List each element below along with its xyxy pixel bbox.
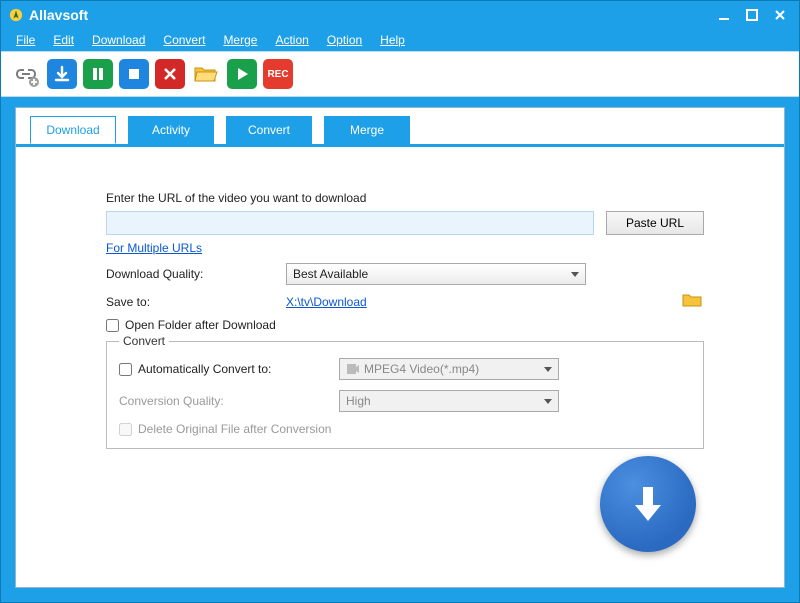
app-logo-icon xyxy=(9,8,23,22)
delete-original-checkbox[interactable] xyxy=(119,423,132,436)
client-area: Download Activity Convert Merge Enter th… xyxy=(15,107,785,588)
url-input[interactable] xyxy=(106,211,594,235)
video-file-icon xyxy=(346,363,360,375)
tab-activity[interactable]: Activity xyxy=(128,116,214,144)
tab-merge[interactable]: Merge xyxy=(324,116,410,144)
save-to-label: Save to: xyxy=(106,295,286,309)
toolbar-open-folder-button[interactable] xyxy=(191,59,221,89)
tab-download[interactable]: Download xyxy=(30,116,116,144)
tab-convert[interactable]: Convert xyxy=(226,116,312,144)
delete-original-label: Delete Original File after Conversion xyxy=(138,422,331,436)
folder-open-icon xyxy=(193,63,219,85)
menu-option[interactable]: Option xyxy=(320,31,369,49)
open-folder-label: Open Folder after Download xyxy=(125,318,276,332)
play-icon xyxy=(234,66,250,82)
menu-action[interactable]: Action xyxy=(268,31,315,49)
toolbar-delete-button[interactable] xyxy=(155,59,185,89)
toolbar-stop-button[interactable] xyxy=(119,59,149,89)
maximize-button[interactable] xyxy=(741,6,763,24)
pause-icon xyxy=(90,66,106,82)
x-icon xyxy=(162,66,178,82)
enter-url-label: Enter the URL of the video you want to d… xyxy=(106,191,704,205)
stop-icon xyxy=(126,66,142,82)
toolbar-link-button[interactable] xyxy=(11,59,41,89)
convert-fieldset: Convert Automatically Convert to: MPEG4 … xyxy=(106,334,704,449)
title-bar: Allavsoft xyxy=(1,1,799,29)
rec-icon: REC xyxy=(267,69,288,80)
menu-bar: File Edit Download Convert Merge Action … xyxy=(1,29,799,51)
multiple-urls-link[interactable]: For Multiple URLs xyxy=(106,241,202,255)
auto-convert-label: Automatically Convert to: xyxy=(138,362,271,376)
conversion-quality-label: Conversion Quality: xyxy=(119,394,339,408)
menu-convert[interactable]: Convert xyxy=(156,31,212,49)
conversion-quality-select[interactable]: High xyxy=(339,390,559,412)
download-panel: Enter the URL of the video you want to d… xyxy=(16,147,784,586)
toolbar-pause-button[interactable] xyxy=(83,59,113,89)
app-title: Allavsoft xyxy=(29,7,88,23)
link-icon xyxy=(12,60,40,88)
menu-file[interactable]: File xyxy=(9,31,42,49)
app-window: Allavsoft File Edit Download Convert Mer… xyxy=(0,0,800,603)
toolbar-play-button[interactable] xyxy=(227,59,257,89)
auto-convert-checkbox[interactable] xyxy=(119,363,132,376)
tab-bar: Download Activity Convert Merge xyxy=(16,108,784,144)
convert-format-select[interactable]: MPEG4 Video(*.mp4) xyxy=(339,358,559,380)
menu-download[interactable]: Download xyxy=(85,31,152,49)
minimize-button[interactable] xyxy=(713,6,735,24)
toolbar-download-button[interactable] xyxy=(47,59,77,89)
download-quality-select[interactable]: Best Available xyxy=(286,263,586,285)
download-arrow-icon xyxy=(53,65,71,83)
paste-url-button[interactable]: Paste URL xyxy=(606,211,704,235)
minimize-icon xyxy=(717,8,731,22)
maximize-icon xyxy=(745,8,759,22)
browse-folder-button[interactable] xyxy=(682,293,702,307)
open-folder-checkbox[interactable] xyxy=(106,319,119,332)
menu-edit[interactable]: Edit xyxy=(46,31,81,49)
convert-legend: Convert xyxy=(119,334,169,348)
toolbar: REC xyxy=(1,51,799,97)
toolbar-record-button[interactable]: REC xyxy=(263,59,293,89)
big-download-button[interactable] xyxy=(600,456,696,552)
save-to-path-link[interactable]: X:\tv\Download xyxy=(286,295,367,309)
download-arrow-large-icon xyxy=(623,479,673,529)
menu-merge[interactable]: Merge xyxy=(216,31,264,49)
close-icon xyxy=(773,8,787,22)
download-quality-label: Download Quality: xyxy=(106,267,286,281)
close-button[interactable] xyxy=(769,6,791,24)
menu-help[interactable]: Help xyxy=(373,31,412,49)
